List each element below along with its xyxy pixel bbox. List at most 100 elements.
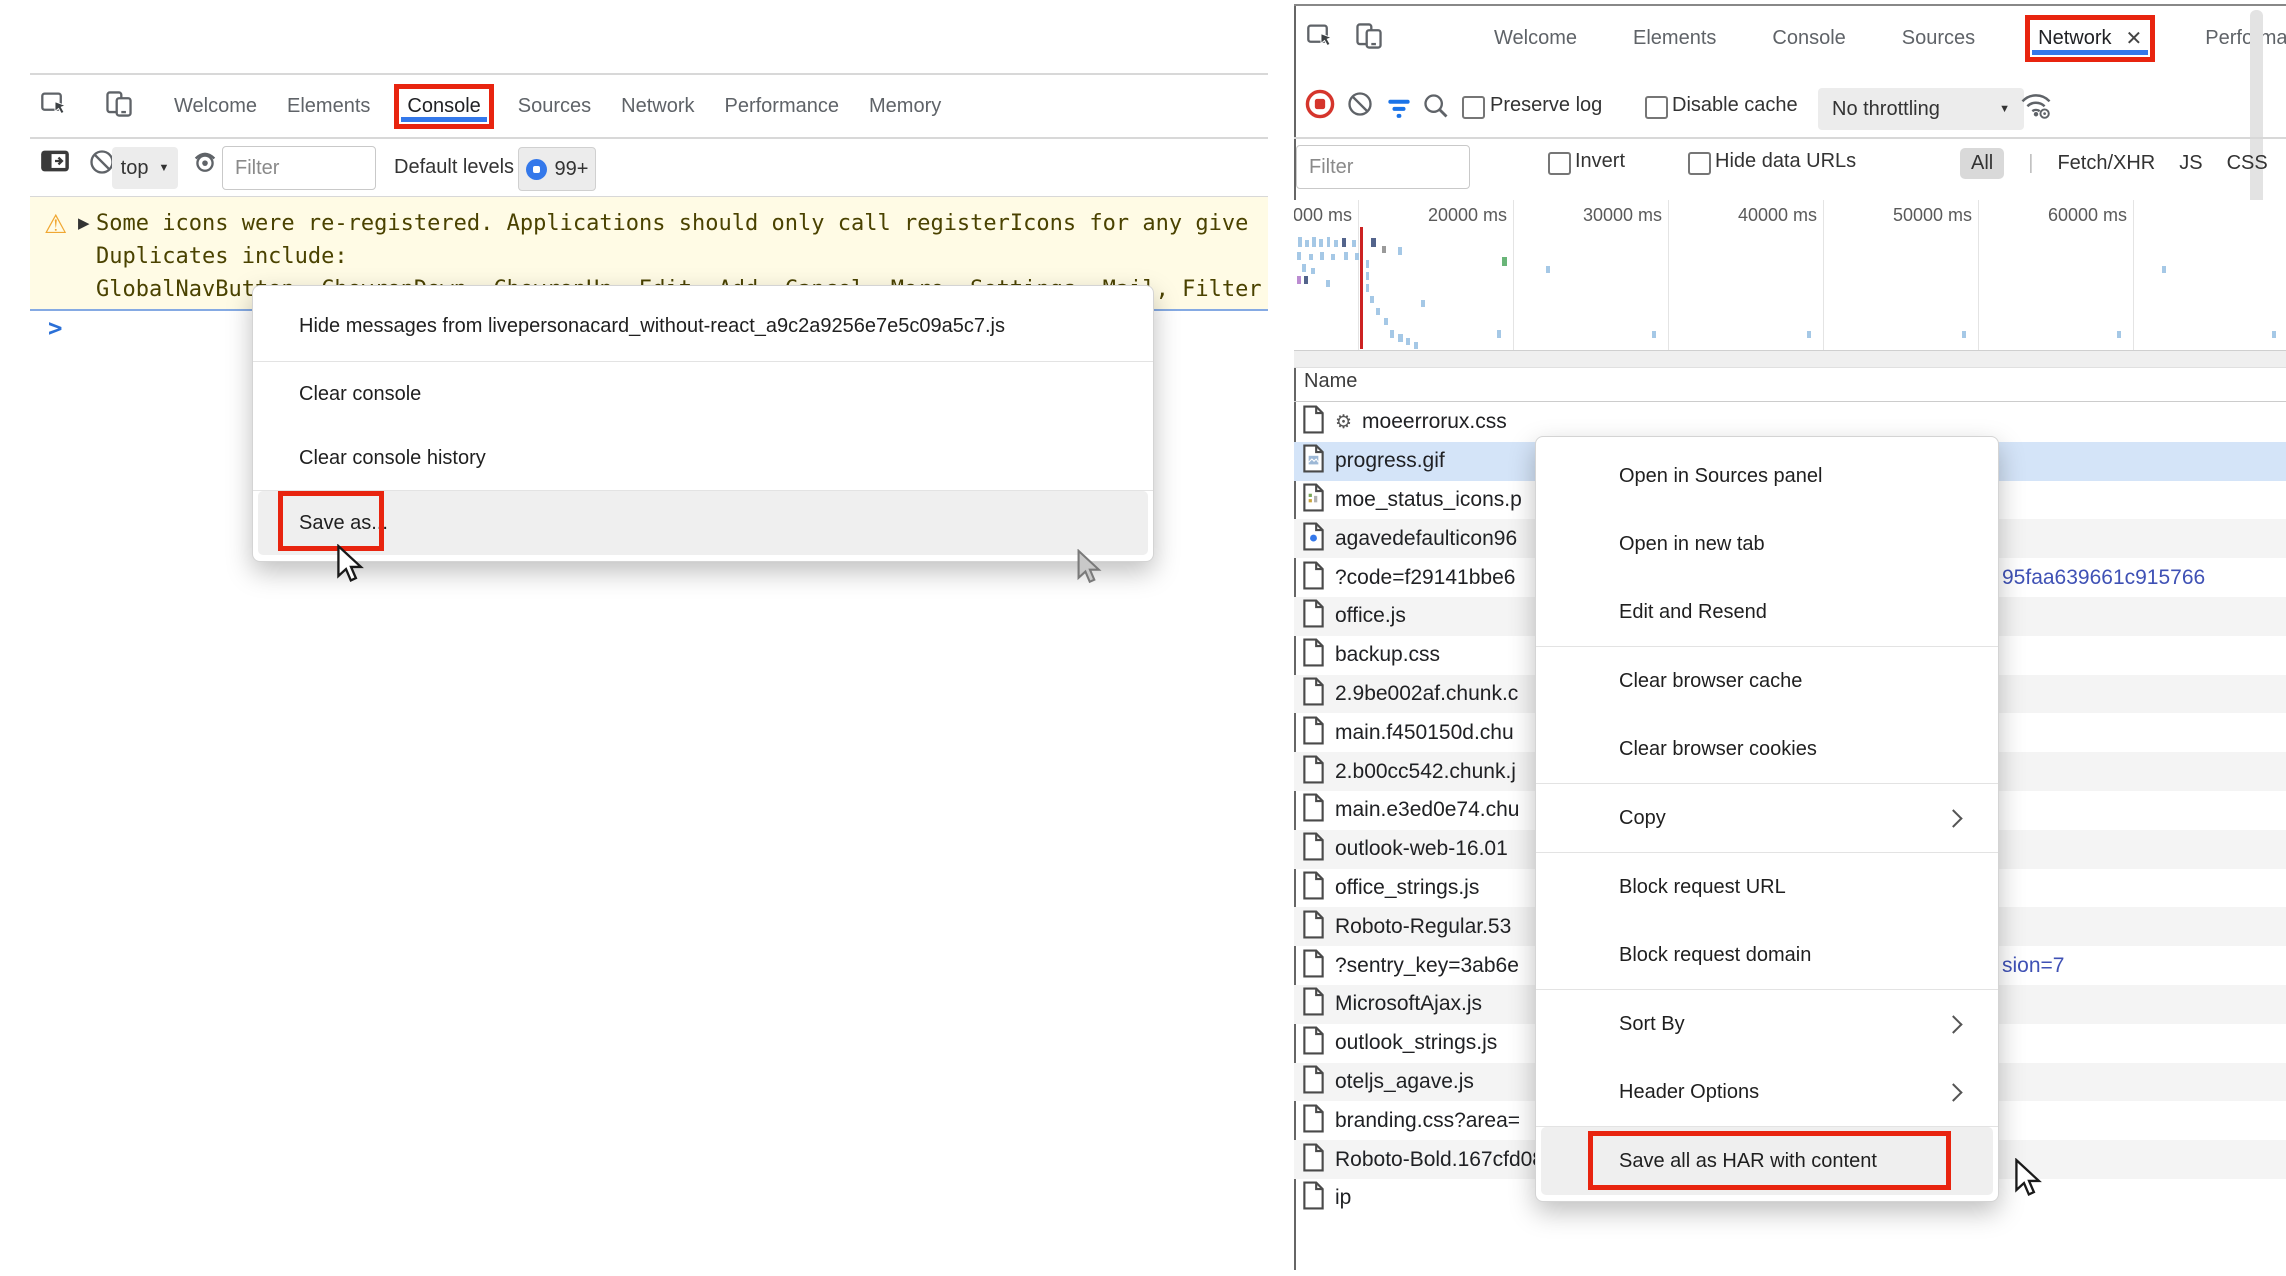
tab-network[interactable]: Network✕ bbox=[2025, 15, 2155, 62]
submenu-chevron-icon bbox=[1944, 1083, 1962, 1101]
type-filter-js[interactable]: JS bbox=[2179, 152, 2202, 175]
network-filter-input[interactable] bbox=[1296, 145, 1470, 189]
menu-item-save-as[interactable]: Save as... bbox=[258, 491, 1148, 555]
request-activity-dot bbox=[1414, 342, 1418, 349]
menu-item-clear-browser-cookies[interactable]: Clear browser cookies bbox=[1536, 715, 1998, 783]
timeline-gridline bbox=[1823, 200, 1824, 350]
device-toolbar-icon[interactable] bbox=[1354, 22, 1384, 55]
request-name: main.e3ed0e74.chu bbox=[1335, 798, 1519, 822]
menu-item-hide-messages-from-livepersonacard-without-react-a9c2a9256e7e5c09a5c7-js[interactable]: Hide messages from livepersonacard_witho… bbox=[253, 291, 1153, 361]
tab-console[interactable]: Console bbox=[394, 84, 493, 129]
request-name: 2.b00cc542.chunk.j bbox=[1335, 760, 1516, 784]
type-filter-fetchxhr[interactable]: Fetch/XHR bbox=[2057, 152, 2155, 175]
warning-line-1: Some icons were re-registered. Applicati… bbox=[96, 211, 1248, 236]
file-icon bbox=[1302, 522, 1325, 556]
inspect-icon[interactable] bbox=[1306, 22, 1336, 55]
expand-triangle-icon[interactable]: ▶ bbox=[78, 214, 90, 232]
request-activity-dot bbox=[1366, 284, 1369, 292]
request-activity-dot bbox=[1355, 253, 1359, 260]
annotation-red-box bbox=[278, 491, 384, 551]
issues-badge[interactable]: 99+ bbox=[518, 147, 596, 191]
tab-welcome[interactable]: Welcome bbox=[1488, 13, 1583, 64]
tab-console[interactable]: Console bbox=[1766, 13, 1851, 64]
network-context-menu: Open in Sources panelOpen in new tabEdit… bbox=[1535, 436, 1999, 1202]
timeline-scroll-strip[interactable] bbox=[1294, 350, 2286, 368]
request-activity-dot bbox=[1406, 338, 1410, 345]
tab-performance[interactable]: Performance bbox=[719, 81, 846, 132]
tab-label: Elements bbox=[287, 95, 370, 118]
menu-item-clear-browser-cache[interactable]: Clear browser cache bbox=[1536, 647, 1998, 715]
request-activity-dot bbox=[1390, 330, 1394, 338]
invert-checkbox[interactable] bbox=[1548, 152, 1571, 175]
timeline-tick-label: 10000 ms bbox=[1294, 205, 1352, 226]
menu-item-edit-and-resend[interactable]: Edit and Resend bbox=[1536, 578, 1998, 646]
tab-memory[interactable]: Memory bbox=[863, 81, 947, 132]
inspect-icon[interactable] bbox=[40, 90, 70, 123]
request-activity-dot bbox=[2117, 331, 2121, 338]
clear-network-log-icon[interactable] bbox=[1346, 90, 1374, 123]
request-activity-dot bbox=[1297, 276, 1301, 284]
menu-item-sort-by[interactable]: Sort By bbox=[1536, 990, 1998, 1058]
menu-item-label: Clear console bbox=[299, 383, 421, 406]
request-activity-dot bbox=[1371, 238, 1376, 247]
request-activity-dot bbox=[1342, 238, 1346, 247]
hide-data-urls-checkbox[interactable] bbox=[1688, 152, 1711, 175]
network-overview-timeline[interactable]: 10000 ms20000 ms30000 ms40000 ms50000 ms… bbox=[1294, 200, 2286, 350]
context-selector[interactable]: top ▼ bbox=[112, 147, 178, 189]
tab-network[interactable]: Network bbox=[615, 81, 700, 132]
menu-item-save-all-as-har-with-content[interactable]: Save all as HAR with content bbox=[1541, 1127, 1993, 1195]
tab-performance[interactable]: Performance bbox=[2199, 13, 2286, 64]
menu-item-header-options[interactable]: Header Options bbox=[1536, 1058, 1998, 1126]
search-icon[interactable] bbox=[1422, 92, 1450, 125]
throttling-dropdown[interactable]: No throttling ▼ bbox=[1818, 88, 2024, 130]
close-tab-icon[interactable]: ✕ bbox=[2126, 26, 2143, 51]
timeline-gridline bbox=[2133, 200, 2134, 350]
console-sidebar-icon[interactable] bbox=[40, 148, 70, 179]
left-tabbar-divider bbox=[30, 137, 1268, 139]
tab-label: Network bbox=[621, 95, 694, 118]
request-activity-dot bbox=[1305, 240, 1309, 247]
request-name: moe_status_icons.p bbox=[1335, 488, 1522, 512]
device-toolbar-icon[interactable] bbox=[104, 90, 134, 123]
menu-item-open-in-new-tab[interactable]: Open in new tab bbox=[1536, 510, 1998, 578]
type-filter-all[interactable]: All bbox=[1960, 148, 2004, 179]
record-network-log-icon[interactable] bbox=[1304, 88, 1336, 125]
menu-item-block-request-domain[interactable]: Block request domain bbox=[1536, 921, 1998, 989]
tab-label: Sources bbox=[518, 95, 591, 118]
file-icon bbox=[1302, 871, 1325, 905]
tab-elements[interactable]: Elements bbox=[1627, 13, 1722, 64]
name-column-header[interactable]: Name bbox=[1304, 370, 1357, 393]
right-panel-top-border bbox=[1294, 4, 2286, 6]
live-expression-eye-icon[interactable] bbox=[190, 148, 220, 181]
timeline-event-marker bbox=[1360, 227, 1363, 349]
request-url-tail: 95faa639661c915766 bbox=[2002, 566, 2205, 590]
file-icon bbox=[1302, 483, 1325, 517]
submenu-chevron-icon bbox=[1944, 809, 1962, 827]
console-prompt[interactable]: > bbox=[48, 314, 62, 342]
menu-item-copy[interactable]: Copy bbox=[1536, 784, 1998, 852]
menu-item-block-request-url[interactable]: Block request URL bbox=[1536, 853, 1998, 921]
request-activity-dot bbox=[1327, 237, 1330, 247]
request-activity-dot bbox=[1384, 318, 1388, 325]
tab-sources[interactable]: Sources bbox=[1896, 13, 1981, 64]
menu-item-clear-console-history[interactable]: Clear console history bbox=[253, 426, 1153, 490]
tab-sources[interactable]: Sources bbox=[512, 81, 597, 132]
request-name: main.f450150d.chu bbox=[1335, 721, 1514, 745]
disable-cache-checkbox[interactable] bbox=[1645, 96, 1668, 119]
file-icon bbox=[1302, 599, 1325, 633]
preserve-log-checkbox[interactable] bbox=[1462, 96, 1485, 119]
filter-icon[interactable] bbox=[1386, 96, 1412, 125]
network-conditions-icon[interactable] bbox=[2020, 90, 2052, 125]
log-levels-dropdown[interactable]: Default levels ▼ bbox=[394, 156, 537, 179]
tab-elements[interactable]: Elements bbox=[281, 81, 376, 132]
console-filter-input[interactable] bbox=[222, 146, 376, 190]
tab-welcome[interactable]: Welcome bbox=[168, 81, 263, 132]
timeline-gridline bbox=[1978, 200, 1979, 350]
timeline-tick-label: 20000 ms bbox=[1415, 205, 1507, 226]
type-filter-css[interactable]: CSS bbox=[2227, 152, 2268, 175]
menu-item-clear-console[interactable]: Clear console bbox=[253, 362, 1153, 426]
right-devtools-tabbar: Welcome Elements Console Sources Network✕ Per… bbox=[1306, 8, 2286, 68]
menu-item-open-in-sources-panel[interactable]: Open in Sources panel bbox=[1536, 442, 1998, 510]
warning-line-2: Duplicates include: bbox=[96, 244, 348, 269]
request-activity-dot bbox=[1962, 331, 1966, 338]
